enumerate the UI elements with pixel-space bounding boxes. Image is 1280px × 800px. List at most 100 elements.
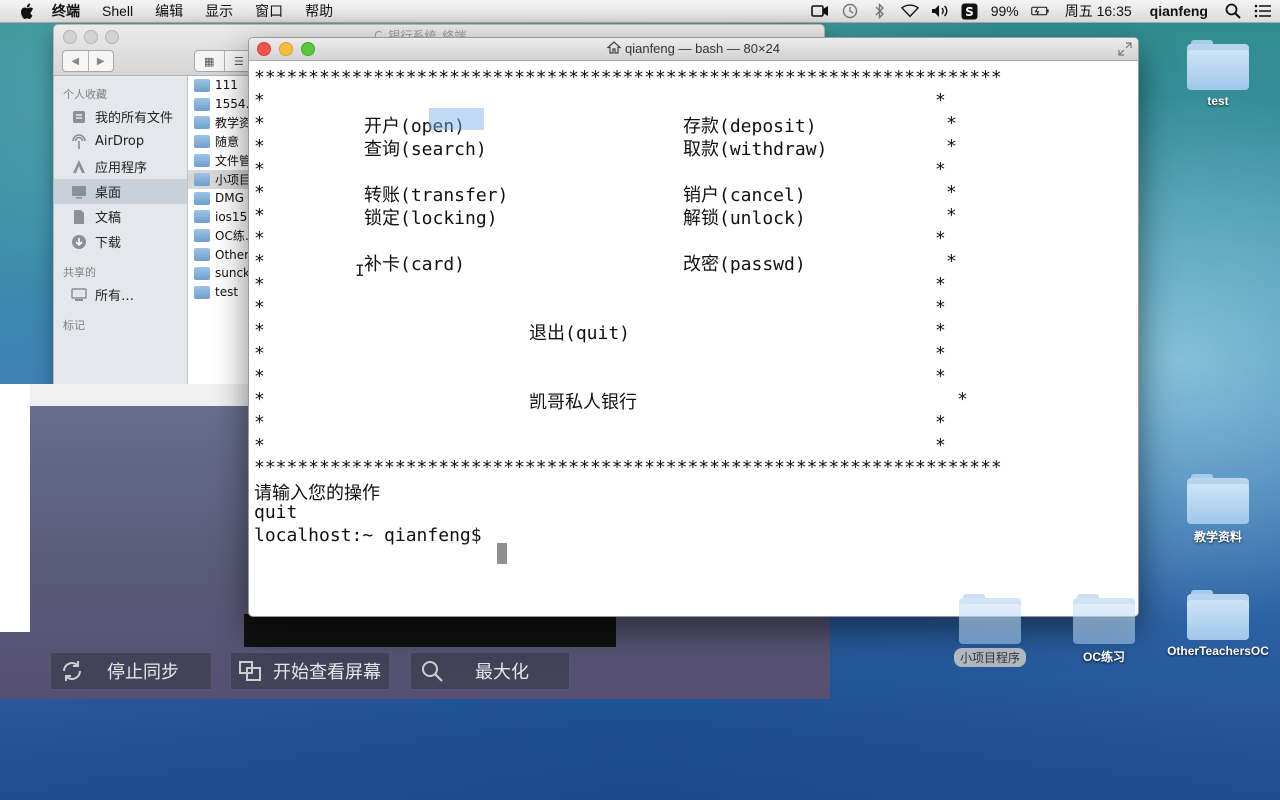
menu-view[interactable]: 显示 xyxy=(205,1,233,21)
border-star: * xyxy=(935,159,946,180)
sidebar-section-shared: 共享的 xyxy=(63,266,96,279)
sidebar-item-applications[interactable]: 应用程序 xyxy=(54,154,187,179)
sidebar-item-label: 应用程序 xyxy=(95,161,148,176)
bank-name: 凯哥私人银行 xyxy=(529,392,637,413)
file-name: test xyxy=(215,285,239,300)
wifi-icon[interactable] xyxy=(900,2,919,20)
folder-icon xyxy=(1187,40,1249,90)
text-selection xyxy=(429,108,484,130)
volume-icon[interactable] xyxy=(931,2,949,20)
folder-icon xyxy=(194,172,210,186)
border-star: * xyxy=(254,205,265,226)
border-star: * xyxy=(254,297,265,318)
menu-bar: 终端 Shell 编辑 显示 窗口 帮助 S 99% 周五 16:35 qian… xyxy=(0,0,1280,23)
folder-icon xyxy=(194,78,210,92)
folder-icon xyxy=(194,210,210,224)
sidebar-item-airdrop[interactable]: AirDrop xyxy=(54,129,187,154)
border-star: * xyxy=(254,389,265,410)
sidebar-item-label: 我的所有文件 xyxy=(95,111,174,126)
forward-icon[interactable]: ▶ xyxy=(89,51,114,71)
finder-close-button[interactable] xyxy=(63,30,77,44)
folder-icon xyxy=(1073,594,1135,644)
shell-prompt: localhost:~ qianfeng$ xyxy=(254,525,482,546)
sync-icon xyxy=(59,658,85,684)
back-icon[interactable]: ◀ xyxy=(63,51,89,71)
maximize-label: 最大化 xyxy=(475,662,529,683)
sidebar-item-all-files[interactable]: 我的所有文件 xyxy=(54,104,187,129)
menu-help[interactable]: 帮助 xyxy=(305,1,333,21)
downloads-icon xyxy=(70,233,88,251)
sidebar-item-desktop[interactable]: 桌面 xyxy=(54,179,187,204)
finder-nav-buttons: ◀ ▶ xyxy=(62,50,114,72)
border-star: * xyxy=(254,159,265,180)
menu-border-bottom: ****************************************… xyxy=(254,457,1002,478)
menu-user[interactable]: qianfeng xyxy=(1150,3,1208,19)
border-star: * xyxy=(946,136,957,157)
sidebar-item-label: 所有… xyxy=(95,289,135,304)
terminal-titlebar[interactable]: qianfeng — bash — 80×24 xyxy=(249,38,1138,61)
text-cursor xyxy=(497,543,507,564)
border-star: * xyxy=(254,320,265,341)
folder-icon xyxy=(1187,590,1249,640)
folder-icon xyxy=(194,154,210,168)
camera-icon[interactable] xyxy=(810,2,829,20)
typed-command: quit xyxy=(254,502,298,523)
menu-clock[interactable]: 周五 16:35 xyxy=(1065,1,1132,21)
terminal-content[interactable]: ****************************************… xyxy=(249,61,1138,616)
sidebar-section-tags: 标记 xyxy=(63,319,85,332)
recorder-preview-bar xyxy=(244,614,616,647)
desktop-folder-test[interactable]: test xyxy=(1163,40,1273,108)
desktop-folder-other-teachers[interactable]: OtherTeachersOC xyxy=(1163,590,1273,659)
border-star: * xyxy=(946,113,957,134)
folder-icon xyxy=(194,191,210,205)
sidebar-item-downloads[interactable]: 下载 xyxy=(54,229,187,254)
battery-icon[interactable] xyxy=(1030,2,1049,20)
screen-icon xyxy=(237,658,263,684)
shared-computer-icon xyxy=(70,286,88,304)
s-app-icon[interactable]: S xyxy=(961,2,979,20)
sidebar-item-all-shared[interactable]: 所有… xyxy=(54,282,187,307)
desktop-folder-label: test xyxy=(1207,94,1229,108)
search-icon[interactable] xyxy=(1224,2,1242,20)
bluetooth-icon[interactable] xyxy=(871,2,889,20)
desktop-icon xyxy=(70,183,88,201)
folder-icon xyxy=(1187,474,1249,524)
stop-sync-label: 停止同步 xyxy=(107,662,179,683)
menu-window[interactable]: 窗口 xyxy=(255,1,283,21)
menu-edit[interactable]: 编辑 xyxy=(155,1,183,21)
finder-view-buttons: ▦ ☰ xyxy=(194,50,254,72)
applications-icon xyxy=(70,158,88,176)
finder-minimize-button[interactable] xyxy=(84,30,98,44)
border-star: * xyxy=(254,435,265,456)
desktop-folder-teaching[interactable]: 教学资料 xyxy=(1163,474,1273,545)
border-star: * xyxy=(254,366,265,387)
terminal-window[interactable]: qianfeng — bash — 80×24 ****************… xyxy=(248,37,1139,617)
list-icon[interactable] xyxy=(1254,2,1272,20)
folder-icon xyxy=(959,594,1021,644)
menu-item-withdraw: 取款(withdraw) xyxy=(683,139,828,160)
time-machine-icon[interactable] xyxy=(841,2,859,20)
stop-sync-button[interactable]: 停止同步 xyxy=(50,652,212,690)
start-view-screen-button[interactable]: 开始查看屏幕 xyxy=(230,652,390,690)
fullscreen-icon[interactable] xyxy=(1118,42,1132,56)
maximize-button[interactable]: 最大化 xyxy=(410,652,570,690)
border-star: * xyxy=(935,435,946,456)
finder-window-controls xyxy=(63,30,119,44)
border-star: * xyxy=(946,182,957,203)
finder-zoom-button[interactable] xyxy=(105,30,119,44)
menu-shell[interactable]: Shell xyxy=(102,3,133,19)
border-star: * xyxy=(254,412,265,433)
icon-view-icon[interactable]: ▦ xyxy=(195,51,225,71)
menu-terminal[interactable]: 终端 xyxy=(52,1,80,21)
menu-border-top: ****************************************… xyxy=(254,67,1002,88)
battery-percent: 99% xyxy=(990,3,1019,19)
folder-icon xyxy=(194,135,210,149)
sidebar-item-label: 下载 xyxy=(95,236,122,251)
sidebar-item-documents[interactable]: 文稿 xyxy=(54,204,187,229)
apple-icon[interactable] xyxy=(20,2,38,20)
desktop-folder-oc-practice[interactable]: OC练习 xyxy=(1049,594,1159,665)
home-icon xyxy=(606,41,622,54)
desktop-folder-small-projects[interactable]: 小项目程序 xyxy=(935,594,1045,667)
border-star: * xyxy=(254,251,265,272)
folder-icon xyxy=(194,266,210,280)
